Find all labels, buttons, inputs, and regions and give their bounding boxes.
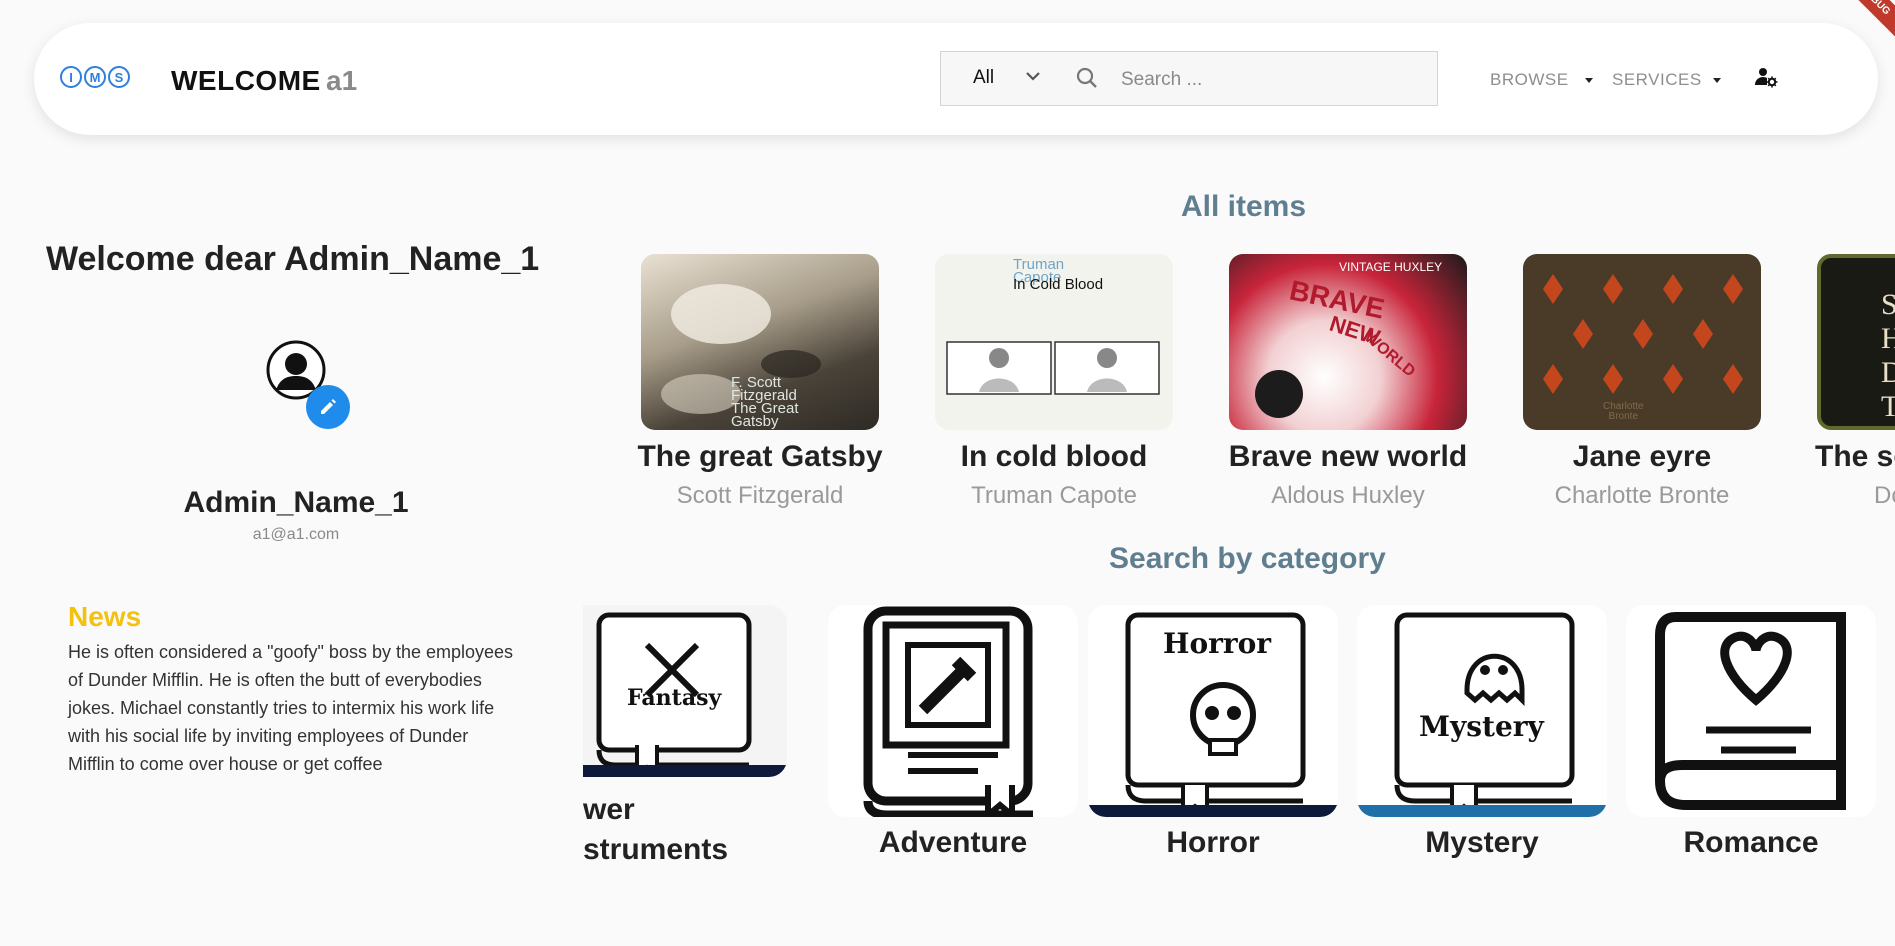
- book-author: Charlotte Bronte: [1554, 482, 1730, 509]
- category-image[interactable]: [828, 605, 1078, 817]
- book-title: The se: [1815, 440, 1895, 473]
- search-input[interactable]: [1119, 61, 1413, 99]
- book-title: Brave new world: [1228, 440, 1468, 473]
- category-select[interactable]: All: [973, 67, 994, 89]
- category-label: wer struments: [583, 790, 728, 870]
- welcome-label: WELCOME: [171, 65, 321, 96]
- book-cover[interactable]: S H D T: [1817, 254, 1895, 430]
- book-author: Do: [1874, 482, 1895, 509]
- book-title: In cold blood: [960, 440, 1148, 473]
- profile-greeting: Welcome dear Admin_Name_1: [46, 240, 540, 278]
- profile-name: Admin_Name_1: [183, 486, 409, 519]
- welcome-username: a1: [326, 65, 358, 96]
- books-carousel: F. Scott Fitzgerald The Great Gatsby The…: [620, 240, 1895, 540]
- category-icon-text: Fantasy: [627, 685, 722, 711]
- search-bar: All: [940, 51, 1438, 106]
- pencil-icon: [321, 399, 336, 414]
- logo-letter-i: I: [60, 66, 82, 88]
- chevron-down-icon[interactable]: [1023, 66, 1043, 91]
- cover-text: H: [1881, 322, 1895, 356]
- category-image[interactable]: [1626, 605, 1876, 817]
- categories-carousel: Fantasy wer struments Adventure Horror H…: [583, 600, 1895, 890]
- cover-text: T: [1881, 390, 1895, 424]
- logo-letter-s: S: [108, 66, 130, 88]
- book-author: Aldous Huxley: [1271, 482, 1425, 509]
- cover-text: Bronte: [1608, 411, 1639, 422]
- search-icon[interactable]: [1075, 66, 1099, 95]
- cover-text: S: [1881, 288, 1895, 322]
- logo-letter-m: M: [84, 66, 106, 88]
- browse-caret-icon[interactable]: [1585, 78, 1593, 83]
- user-settings-icon[interactable]: [1754, 65, 1778, 94]
- cover-text: D: [1881, 356, 1895, 390]
- book-card[interactable]: Charlotte Bronte Jane eyre Charlotte Bro…: [1522, 254, 1762, 509]
- edit-profile-button[interactable]: [306, 385, 350, 429]
- book-card[interactable]: Truman Capote In Cold Blood In cold bloo…: [934, 254, 1174, 509]
- category-image[interactable]: Fantasy: [583, 605, 787, 777]
- categories-title: Search by category: [1109, 542, 1386, 575]
- category-icon-text: Horror: [1163, 627, 1272, 660]
- nav-services[interactable]: SERVICES: [1612, 70, 1702, 90]
- book-cover[interactable]: F. Scott Fitzgerald The Great Gatsby: [641, 254, 879, 430]
- services-caret-icon[interactable]: [1713, 78, 1721, 83]
- category-image[interactable]: Mystery: [1357, 605, 1607, 817]
- book-author: Scott Fitzgerald: [676, 482, 844, 509]
- news-title: News: [68, 601, 142, 632]
- book-card[interactable]: S H D T The se Do: [1815, 254, 1895, 509]
- all-items-title: All items: [1181, 190, 1307, 223]
- top-navbar: I M S WELCOME a1 All BROWSE SERVICES: [34, 23, 1878, 135]
- news-body: He is often considered a "goofy" boss by…: [68, 642, 514, 774]
- category-image[interactable]: Horror: [1088, 605, 1338, 817]
- category-card[interactable]: Romance: [1626, 605, 1876, 859]
- category-label-line: struments: [583, 833, 729, 866]
- ims-logo[interactable]: I M S: [60, 66, 130, 88]
- book-card[interactable]: VINTAGE HUXLEY BRAVE NEW WORLD Brave new…: [1228, 254, 1468, 509]
- book-title: The great Gatsby: [637, 440, 883, 473]
- category-card[interactable]: Mystery Mystery: [1357, 605, 1607, 859]
- book-title: Jane eyre: [1572, 440, 1712, 473]
- book-author: Truman Capote: [971, 482, 1137, 509]
- book-card[interactable]: F. Scott Fitzgerald The Great Gatsby The…: [637, 254, 883, 509]
- category-label: Romance: [1683, 826, 1819, 859]
- category-card[interactable]: Horror Horror: [1088, 605, 1338, 859]
- book-cover[interactable]: Truman Capote In Cold Blood: [935, 254, 1173, 430]
- category-card[interactable]: Fantasy wer struments: [583, 605, 787, 866]
- book-cover[interactable]: VINTAGE HUXLEY BRAVE NEW WORLD: [1229, 254, 1467, 430]
- nav-browse[interactable]: BROWSE: [1490, 70, 1569, 90]
- profile-email: a1@a1.com: [252, 526, 340, 543]
- book-cover[interactable]: Charlotte Bronte: [1523, 254, 1761, 430]
- category-card[interactable]: Adventure: [828, 605, 1078, 859]
- category-icon-text: Mystery: [1419, 710, 1544, 743]
- category-label-line: wer: [583, 793, 635, 826]
